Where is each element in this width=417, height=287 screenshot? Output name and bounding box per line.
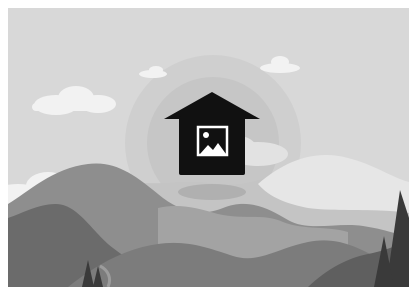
image-placeholder	[8, 8, 409, 287]
landscape-illustration	[8, 8, 409, 287]
house-body	[179, 116, 245, 175]
icon-shadow	[178, 184, 246, 200]
